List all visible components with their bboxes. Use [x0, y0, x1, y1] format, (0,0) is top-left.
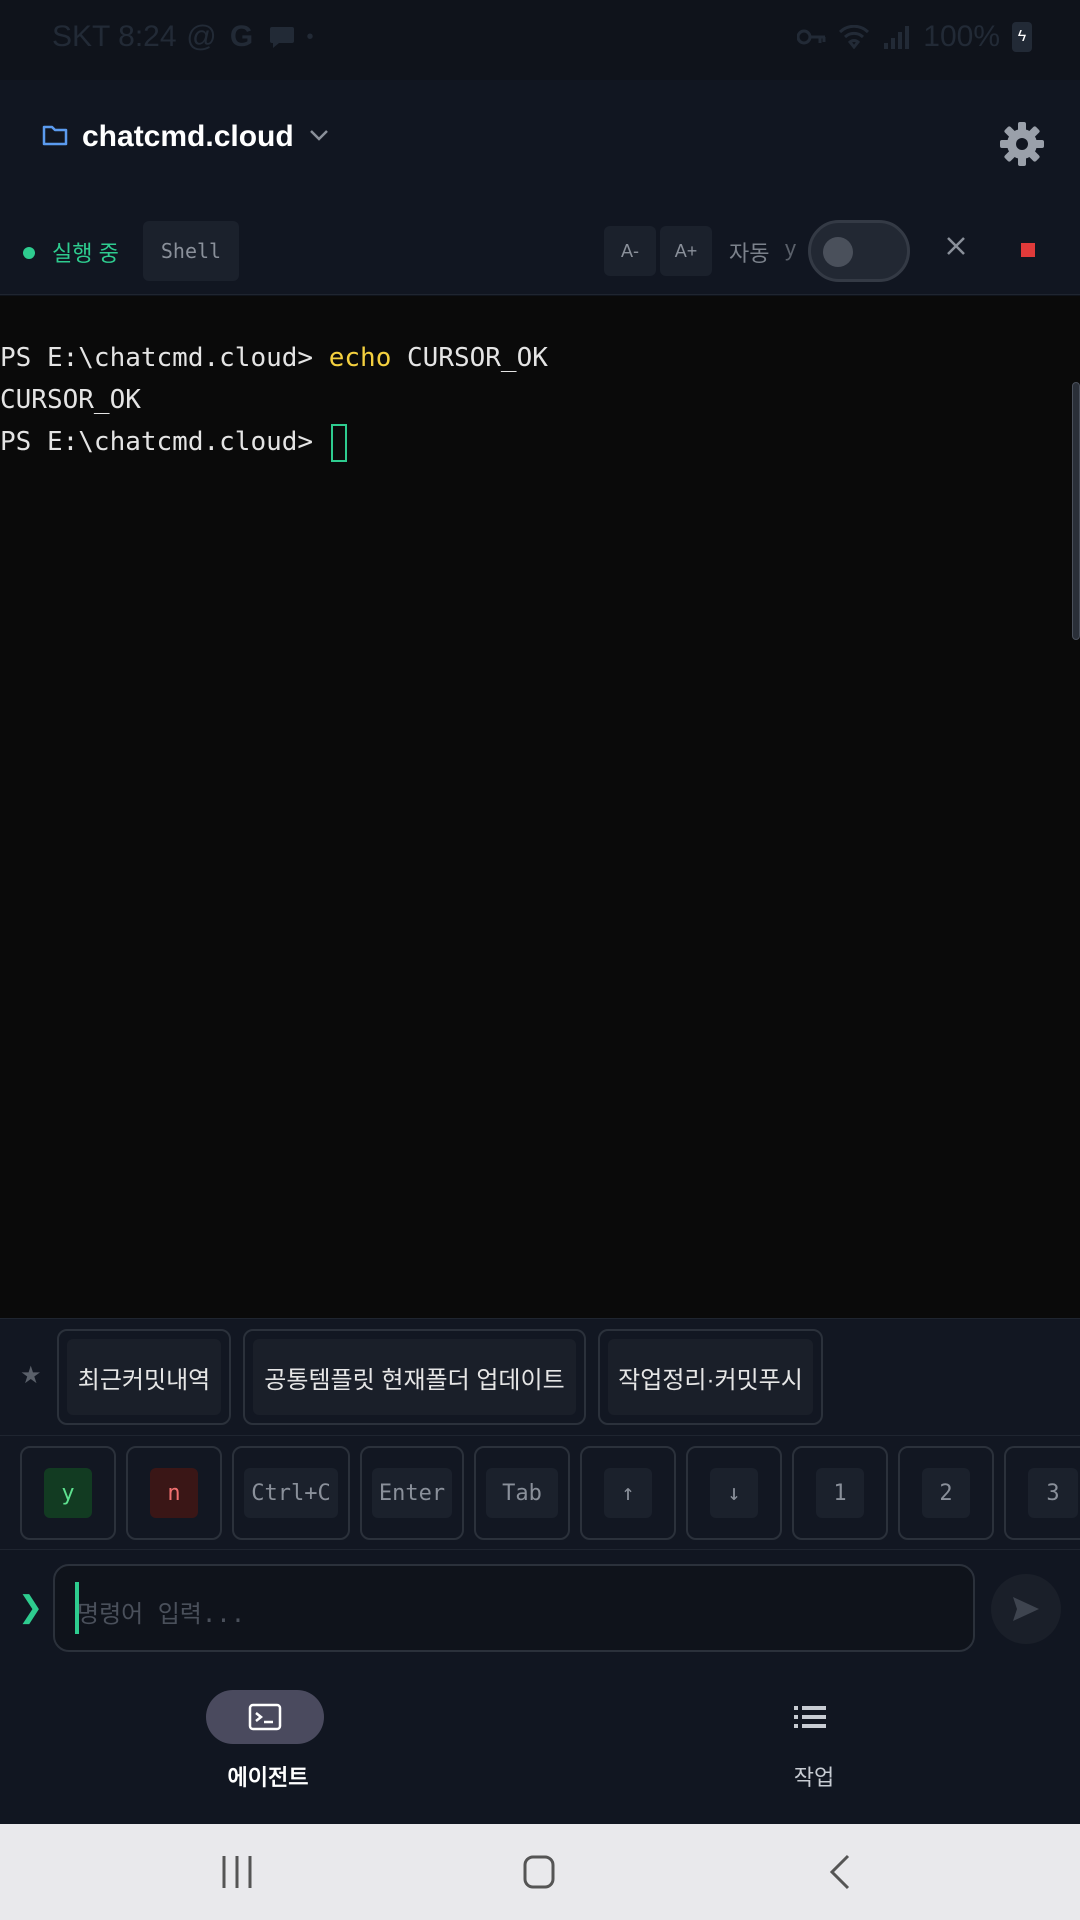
- back-icon[interactable]: [828, 1854, 852, 1890]
- project-name: chatcmd.cloud: [82, 120, 294, 153]
- key-1[interactable]: 1: [792, 1446, 888, 1540]
- prompt-text: PS E:\chatcmd.cloud>: [0, 427, 329, 457]
- nav-agent[interactable]: 에이전트: [168, 1690, 368, 1800]
- list-icon: [794, 1706, 826, 1728]
- terminal-output[interactable]: PS E:\chatcmd.cloud> echo CURSOR_OK CURS…: [0, 296, 1080, 1318]
- bottom-navigation: 에이전트 작업: [0, 1670, 1080, 1824]
- font-decrease-button[interactable]: A-: [604, 226, 656, 276]
- prompt-chevron-icon: ❯: [18, 1591, 44, 1624]
- key-label: y: [44, 1468, 92, 1518]
- terminal-scrollbar[interactable]: [1072, 382, 1080, 640]
- quick-commands-bar: ★ 최근커밋내역 공통템플릿 현재폴더 업데이트 작업정리·커밋푸시: [0, 1318, 1080, 1436]
- send-icon: [1013, 1597, 1039, 1621]
- auto-label: 자동: [729, 241, 770, 266]
- terminal-line: PS E:\chatcmd.cloud>: [0, 422, 347, 462]
- shell-tag[interactable]: Shell: [143, 221, 239, 281]
- app-header: chatcmd.cloud: [0, 80, 1080, 210]
- wifi-icon: [839, 22, 870, 52]
- key-label: ↑: [604, 1468, 652, 1518]
- key-label: 1: [816, 1468, 864, 1518]
- session-bar: 실행 중 Shell A- A+ 자동 y: [0, 210, 1080, 295]
- close-icon[interactable]: [942, 232, 970, 260]
- status-left: SKT 8:24 @ G •: [52, 20, 314, 54]
- home-icon[interactable]: [522, 1854, 556, 1890]
- send-button[interactable]: [991, 1574, 1061, 1644]
- key-2[interactable]: 2: [898, 1446, 994, 1540]
- terminal-cursor: [330, 423, 347, 462]
- command-argument: CURSOR_OK: [391, 343, 548, 373]
- font-increase-button[interactable]: A+: [660, 226, 712, 276]
- key-ctrl-c[interactable]: Ctrl+C: [232, 1446, 350, 1540]
- nav-tasks[interactable]: 작업: [714, 1690, 914, 1800]
- key-label: Tab: [486, 1468, 558, 1518]
- special-keys-bar: y n Ctrl+C Enter Tab ↑ ↓ 1 2 3: [0, 1436, 1080, 1550]
- key-arrow-down[interactable]: ↓: [686, 1446, 782, 1540]
- terminal-line: CURSOR_OK: [0, 385, 141, 415]
- quick-command-recent-commits[interactable]: 최근커밋내역: [57, 1329, 231, 1425]
- key-enter[interactable]: Enter: [360, 1446, 464, 1540]
- key-label: n: [150, 1468, 198, 1518]
- running-indicator: [23, 247, 35, 259]
- quick-command-commit-push[interactable]: 작업정리·커밋푸시: [598, 1329, 823, 1425]
- key-label: Enter: [372, 1468, 452, 1518]
- key-y[interactable]: y: [20, 1446, 116, 1540]
- nav-agent-highlight: [206, 1690, 324, 1744]
- gear-icon[interactable]: [998, 120, 1046, 168]
- key-label: 2: [922, 1468, 970, 1518]
- quick-command-label: 작업정리·커밋푸시: [608, 1339, 813, 1415]
- session-status: 실행 중: [52, 241, 119, 266]
- key-label: ↓: [710, 1468, 758, 1518]
- stop-icon[interactable]: [1021, 243, 1035, 257]
- auto-key: y: [785, 236, 796, 261]
- status-right: 100% ϟ: [797, 20, 1032, 54]
- recent-apps-icon[interactable]: [220, 1854, 254, 1890]
- at-icon: @: [186, 20, 217, 53]
- key-tab[interactable]: Tab: [474, 1446, 570, 1540]
- folder-icon: [42, 124, 68, 151]
- system-navigation-bar: [0, 1824, 1080, 1920]
- quick-command-template-update[interactable]: 공통템플릿 현재폴더 업데이트: [243, 1329, 586, 1425]
- battery-charging-icon: ϟ: [1012, 22, 1032, 52]
- chevron-down-icon: [308, 128, 330, 147]
- key-3[interactable]: 3: [1004, 1446, 1080, 1540]
- status-bar: SKT 8:24 @ G • 100% ϟ: [0, 0, 1080, 80]
- toggle-knob: [823, 237, 853, 267]
- prompt-text: PS E:\chatcmd.cloud>: [0, 343, 329, 373]
- command-keyword: echo: [328, 343, 392, 373]
- battery-percent: 100%: [923, 20, 1000, 53]
- dot-icon: •: [306, 25, 314, 48]
- terminal-line: PS E:\chatcmd.cloud> echo CURSOR_OK: [0, 338, 548, 378]
- key-arrow-up[interactable]: ↑: [580, 1446, 676, 1540]
- carrier-time: SKT 8:24: [52, 20, 177, 53]
- nav-agent-label: 에이전트: [227, 1765, 309, 1790]
- signal-icon: [881, 22, 911, 52]
- key-n[interactable]: n: [126, 1446, 222, 1540]
- quick-command-label: 최근커밋내역: [67, 1339, 221, 1415]
- auto-toggle[interactable]: [808, 220, 910, 282]
- project-selector[interactable]: chatcmd.cloud: [42, 120, 330, 154]
- chat-icon: [267, 22, 297, 52]
- star-icon[interactable]: ★: [20, 1361, 42, 1390]
- key-icon: [797, 22, 827, 52]
- key-label: Ctrl+C: [244, 1468, 338, 1518]
- quick-command-label: 공통템플릿 현재폴더 업데이트: [253, 1339, 576, 1415]
- command-input[interactable]: 명령어 입력...: [53, 1564, 975, 1652]
- key-label: 3: [1028, 1468, 1078, 1518]
- google-icon: G: [229, 20, 254, 53]
- command-input-bar: ❯ 명령어 입력...: [0, 1550, 1080, 1670]
- command-input-placeholder: 명령어 입력...: [77, 1600, 246, 1628]
- terminal-icon: [248, 1703, 282, 1731]
- nav-tasks-label: 작업: [793, 1765, 835, 1790]
